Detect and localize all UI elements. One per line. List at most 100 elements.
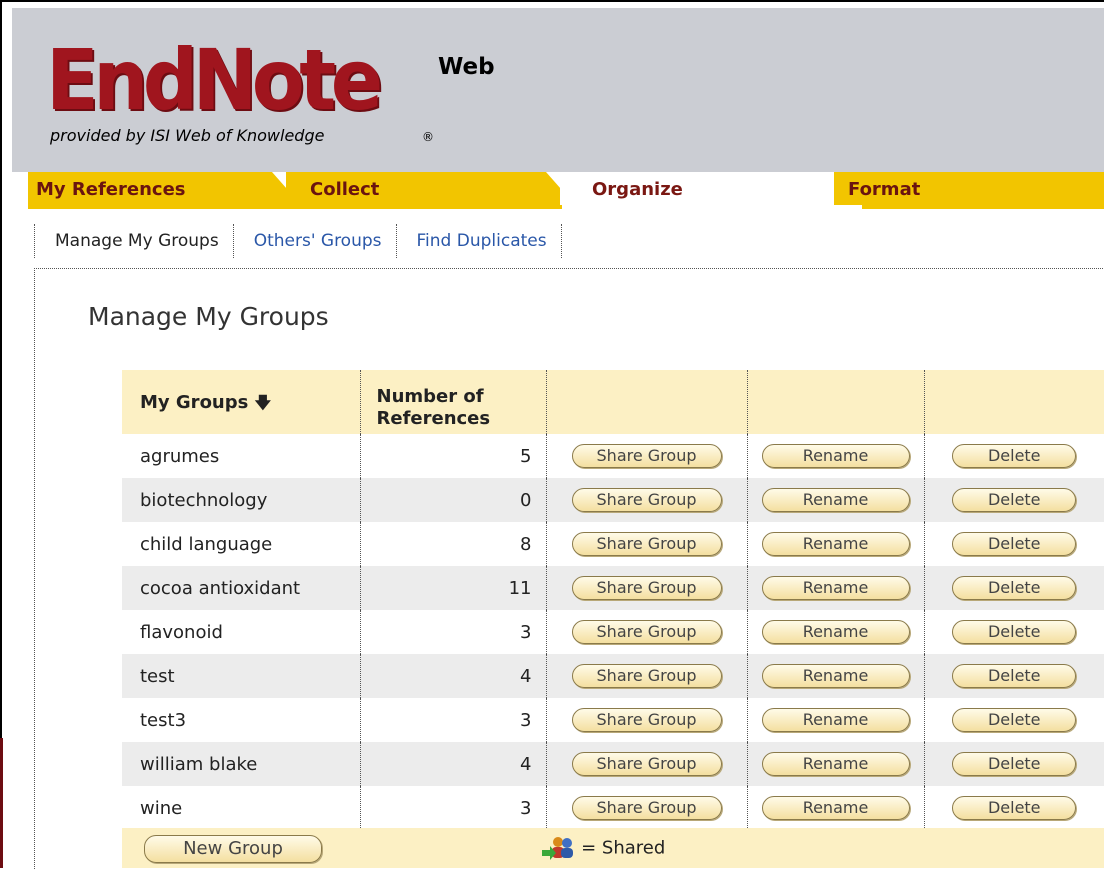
rename-cell: Rename [747,610,925,654]
table-footer: New Group = Shared [122,828,1104,868]
reference-count-cell: 11 [360,566,547,610]
table-row: flavonoid 3 Share Group Rename Delete [122,610,1104,654]
share-group-button[interactable]: Share Group [571,708,722,732]
header-line-1: Number of [376,386,484,407]
rename-button[interactable]: Rename [761,708,910,732]
endnote-logo[interactable]: EndNote Web provided by ISI Web of Knowl… [46,34,506,164]
column-header-share [546,370,748,434]
group-name-cell: cocoa antioxidant [122,566,361,610]
logo-web-text: Web [438,54,495,80]
logo-tagline: provided by ISI Web of Knowledge [50,126,325,145]
header-line-2: References [376,408,491,429]
shared-legend: = Shared [540,836,665,860]
tab-organize[interactable]: Organize [560,172,850,206]
group-name-cell: test3 [122,698,361,742]
rename-button[interactable]: Rename [761,444,910,468]
share-group-button[interactable]: Share Group [571,620,722,644]
active-tab-gap [562,205,862,209]
subnav-others-groups[interactable]: Others' Groups [232,224,396,258]
subnav-manage-my-groups[interactable]: Manage My Groups [34,224,233,258]
share-cell: Share Group [546,610,748,654]
tab-format[interactable]: Format [834,172,1104,206]
reference-count-cell: 3 [360,698,547,742]
rename-cell: Rename [747,434,925,478]
rename-cell: Rename [747,478,925,522]
delete-button[interactable]: Delete [952,444,1077,468]
group-name-cell: flavonoid [122,610,361,654]
delete-button[interactable]: Delete [952,620,1077,644]
table-row: agrumes 5 Share Group Rename Delete [122,434,1104,478]
subnav-divider [560,224,562,258]
rename-cell: Rename [747,522,925,566]
share-cell: Share Group [546,786,748,830]
share-group-button[interactable]: Share Group [571,532,722,556]
table-row: test3 3 Share Group Rename Delete [122,698,1104,742]
share-group-button[interactable]: Share Group [571,576,722,600]
reference-count-cell: 3 [360,610,547,654]
subnav-find-duplicates[interactable]: Find Duplicates [395,224,561,258]
delete-cell: Delete [924,566,1104,610]
delete-button[interactable]: Delete [952,488,1077,512]
table-row: wine 3 Share Group Rename Delete [122,786,1104,830]
reference-count-cell: 0 [360,478,547,522]
table-header-row: My Groups 🡇 Number of References [122,370,1104,434]
tab-label: Organize [592,179,683,200]
reference-count-cell: 5 [360,434,547,478]
delete-cell: Delete [924,698,1104,742]
delete-button[interactable]: Delete [952,752,1077,776]
delete-button[interactable]: Delete [952,796,1077,820]
share-group-button[interactable]: Share Group [571,752,722,776]
rename-button[interactable]: Rename [761,488,910,512]
page-title: Manage My Groups [88,302,329,331]
reference-count-cell: 4 [360,654,547,698]
group-name-cell: biotechnology [122,478,361,522]
share-group-button[interactable]: Share Group [571,664,722,688]
table-row: biotechnology 0 Share Group Rename Delete [122,478,1104,522]
shared-legend-text: = Shared [581,837,666,859]
group-name-cell: wine [122,786,361,830]
delete-button[interactable]: Delete [952,532,1077,556]
share-cell: Share Group [546,742,748,786]
share-group-button[interactable]: Share Group [571,488,722,512]
delete-button[interactable]: Delete [952,664,1077,688]
share-cell: Share Group [546,698,748,742]
tab-label: My References [36,179,186,200]
share-group-button[interactable]: Share Group [571,796,722,820]
rename-cell: Rename [747,742,925,786]
table-row: william blake 4 Share Group Rename Delete [122,742,1104,786]
tab-collect[interactable]: Collect [286,172,576,206]
groups-table: My Groups 🡇 Number of References agrumes… [122,370,1104,830]
delete-button[interactable]: Delete [952,708,1077,732]
header-label: My Groups [140,391,249,413]
delete-button[interactable]: Delete [952,576,1077,600]
new-group-button[interactable]: New Group [144,835,322,863]
main-tab-bar: My References Collect Organize Format [28,172,1104,206]
share-cell: Share Group [546,478,748,522]
delete-cell: Delete [924,742,1104,786]
rename-button[interactable]: Rename [761,796,910,820]
group-name-cell: child language [122,522,361,566]
header-banner: EndNote Web provided by ISI Web of Knowl… [12,8,1104,172]
sub-navigation: Manage My Groups Others' Groups Find Dup… [34,224,562,260]
logo-main-text: EndNote [46,31,383,129]
group-name-cell: agrumes [122,434,361,478]
tab-my-references[interactable]: My References [28,172,302,206]
share-group-button[interactable]: Share Group [571,444,722,468]
delete-cell: Delete [924,786,1104,830]
column-header-rename [747,370,925,434]
rename-button[interactable]: Rename [761,576,910,600]
rename-button[interactable]: Rename [761,664,910,688]
share-cell: Share Group [546,434,748,478]
column-header-my-groups[interactable]: My Groups 🡇 [122,370,361,434]
shared-users-icon [540,836,576,860]
down-arrow-icon: 🡇 [254,392,272,412]
reference-count-cell: 3 [360,786,547,830]
rename-button[interactable]: Rename [761,620,910,644]
delete-cell: Delete [924,610,1104,654]
share-cell: Share Group [546,654,748,698]
delete-cell: Delete [924,478,1104,522]
rename-button[interactable]: Rename [761,752,910,776]
rename-button[interactable]: Rename [761,532,910,556]
reference-count-cell: 4 [360,742,547,786]
rename-cell: Rename [747,698,925,742]
